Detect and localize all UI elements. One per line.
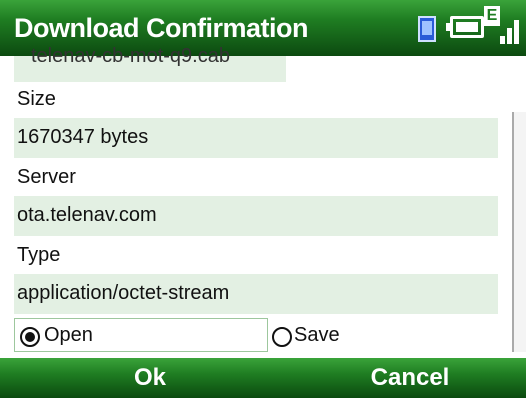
form-content: telenav-cb-mot-q9.cab Size 1670347 bytes… (0, 45, 526, 356)
size-label: Size (17, 88, 56, 110)
server-label: Server (17, 166, 76, 188)
signal-strength-icon[interactable] (500, 14, 520, 44)
server-value: ota.telenav.com (17, 204, 157, 226)
filename-field: telenav-cb-mot-q9.cab (14, 45, 286, 82)
type-value: application/octet-stream (17, 282, 230, 304)
open-radio-button[interactable] (20, 327, 40, 347)
phone-icon[interactable] (418, 16, 436, 42)
type-label: Type (17, 244, 61, 266)
filename-value: telenav-cb-mot-q9.cab (31, 45, 230, 67)
cancel-softkey[interactable]: Cancel (310, 360, 510, 396)
network-type-icon: E (484, 6, 500, 26)
softkey-bar: Ok Cancel (0, 358, 526, 398)
save-option-label[interactable]: Save (294, 324, 340, 347)
ok-softkey[interactable]: Ok (60, 360, 240, 396)
battery-icon[interactable] (446, 16, 484, 38)
save-radio-button[interactable] (272, 327, 292, 347)
screen: Download Confirmation E telenav-cb-mot-q… (0, 0, 526, 398)
open-option-label[interactable]: Open (44, 324, 93, 347)
window-title: Download Confirmation (14, 13, 308, 43)
scrollbar[interactable] (512, 112, 526, 352)
size-value: 1670347 bytes (17, 126, 149, 148)
